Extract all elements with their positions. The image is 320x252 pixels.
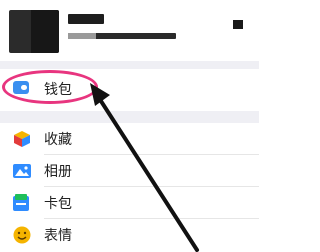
- qr-code-icon[interactable]: [233, 20, 243, 29]
- emoji-icon: [13, 226, 31, 244]
- menu-item-label: 收藏: [44, 132, 72, 148]
- menu-item-emoji[interactable]: 表情: [0, 219, 259, 251]
- section-gap: [0, 61, 259, 69]
- favorites-cube-icon: [14, 131, 30, 147]
- profile-header[interactable]: [0, 0, 259, 61]
- wallet-row[interactable]: 钱包: [0, 69, 259, 111]
- avatar[interactable]: [9, 10, 59, 53]
- menu-item-favorites[interactable]: 收藏: [0, 123, 259, 155]
- redacted-id-prefix: [68, 33, 96, 39]
- card-pack-icon: [13, 194, 29, 211]
- wallet-icon: [13, 81, 29, 94]
- menu-item-label: 表情: [44, 228, 72, 244]
- wallet-label: 钱包: [44, 82, 72, 98]
- menu-item-label: 相册: [44, 164, 72, 180]
- section-gap: [0, 111, 259, 123]
- menu-item-album[interactable]: 相册: [0, 155, 259, 187]
- redacted-account-id: [68, 33, 176, 39]
- menu-item-label: 卡包: [44, 196, 72, 212]
- redacted-name: [68, 14, 104, 24]
- menu-item-card-pack[interactable]: 卡包: [0, 187, 259, 219]
- menu-list: 收藏 相册 卡包 表情: [0, 123, 259, 252]
- album-picture-icon: [13, 164, 31, 178]
- wallet-icon-clasp: [21, 85, 27, 90]
- avatar-shade: [31, 10, 59, 53]
